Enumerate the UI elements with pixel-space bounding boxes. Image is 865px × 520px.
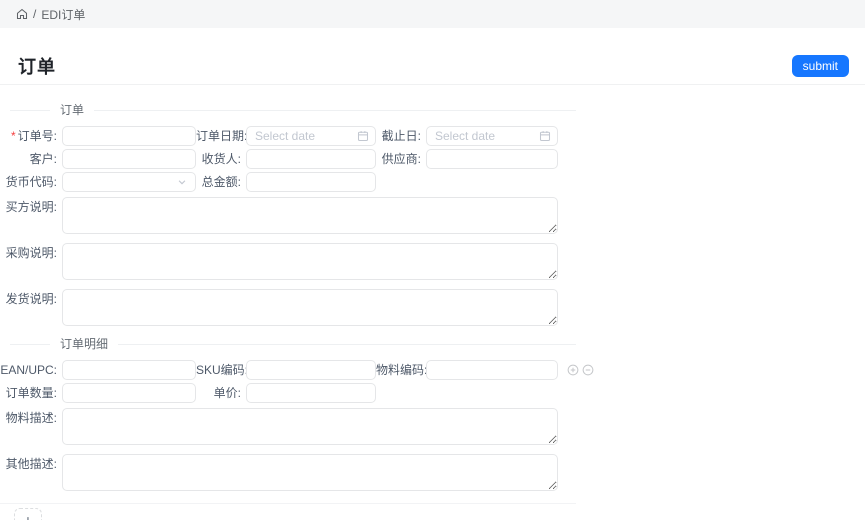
deadline-date-input[interactable] xyxy=(426,126,558,146)
required-mark: * xyxy=(10,129,16,143)
buyer-note-textarea[interactable] xyxy=(62,197,558,234)
order-form: 订单 *订单号: 订单日期: 截止日: 客户: 收货人: 供应商: 货币代码: … xyxy=(0,85,594,520)
order-section-legend: 订单 xyxy=(0,101,592,119)
other-desc-textarea[interactable] xyxy=(62,454,558,491)
currency-select[interactable] xyxy=(62,172,196,192)
other-desc-label: 其他描述: xyxy=(5,457,57,471)
shipping-note-textarea[interactable] xyxy=(62,289,558,326)
page-title: 订单 xyxy=(18,56,56,77)
consignee-input[interactable] xyxy=(246,149,376,169)
buyer-note-label: 买方说明: xyxy=(5,200,57,214)
order-date-label: 订单日期: xyxy=(196,129,248,143)
quantity-input[interactable] xyxy=(62,383,196,403)
form-row: 订单数量: 单价: xyxy=(0,383,592,403)
breadcrumb: / EDI订单 xyxy=(0,0,865,28)
unit-price-label: 单价: xyxy=(213,386,241,400)
add-item-button[interactable]: + xyxy=(14,508,42,520)
circle-minus-icon[interactable] xyxy=(582,364,594,376)
order-no-input[interactable] xyxy=(62,126,196,146)
currency-label: 货币代码: xyxy=(5,175,57,189)
form-row: 买方说明: xyxy=(0,197,592,234)
order-section-title: 订单 xyxy=(50,103,95,117)
consignee-label: 收货人: xyxy=(201,152,241,166)
breadcrumb-separator: / xyxy=(33,7,37,21)
order-date-input[interactable] xyxy=(246,126,376,146)
unit-price-input[interactable] xyxy=(246,383,376,403)
shipping-note-label: 发货说明: xyxy=(5,292,57,306)
detail-section-title: 订单明细 xyxy=(50,337,119,351)
ean-upc-label: EAN/UPC: xyxy=(0,363,57,377)
form-row: *订单号: 订单日期: 截止日: xyxy=(0,126,592,146)
page-header: 订单 submit xyxy=(0,28,865,85)
material-code-label: 物料编码: xyxy=(376,363,428,377)
form-row: 发货说明: xyxy=(0,289,592,326)
circle-plus-icon[interactable] xyxy=(567,364,579,376)
detail-section-legend: 订单明细 xyxy=(0,335,592,353)
total-amount-input[interactable] xyxy=(246,172,376,192)
supplier-label: 供应商: xyxy=(381,152,421,166)
material-code-input[interactable] xyxy=(426,360,558,380)
deadline-label: 截止日: xyxy=(381,129,421,143)
sku-input[interactable] xyxy=(246,360,376,380)
quantity-label: 订单数量: xyxy=(5,386,57,400)
section-divider xyxy=(0,503,576,504)
purchase-note-label: 采购说明: xyxy=(5,246,57,260)
total-amount-label: 总金额: xyxy=(201,175,241,189)
row-actions xyxy=(567,360,594,380)
submit-button[interactable]: submit xyxy=(791,54,849,77)
ean-upc-input[interactable] xyxy=(62,360,196,380)
sku-label: SKU编码: xyxy=(196,363,249,377)
material-desc-textarea[interactable] xyxy=(62,408,558,445)
purchase-note-textarea[interactable] xyxy=(62,243,558,280)
form-row: 物料描述: xyxy=(0,408,592,445)
customer-input[interactable] xyxy=(62,149,196,169)
form-row: EAN/UPC: SKU编码: 物料编码: xyxy=(0,360,594,380)
form-row: 货币代码: 总金额: xyxy=(0,172,592,192)
form-row: 客户: 收货人: 供应商: xyxy=(0,149,592,169)
breadcrumb-current: EDI订单 xyxy=(41,7,86,22)
home-icon[interactable] xyxy=(16,8,28,20)
customer-label: 客户: xyxy=(29,152,57,166)
supplier-input[interactable] xyxy=(426,149,558,169)
chevron-down-icon xyxy=(178,180,186,185)
order-no-label: * 订单号: xyxy=(10,129,57,143)
form-row: 采购说明: xyxy=(0,243,592,280)
material-desc-label: 物料描述: xyxy=(5,411,57,425)
form-row: 其他描述: xyxy=(0,454,592,491)
